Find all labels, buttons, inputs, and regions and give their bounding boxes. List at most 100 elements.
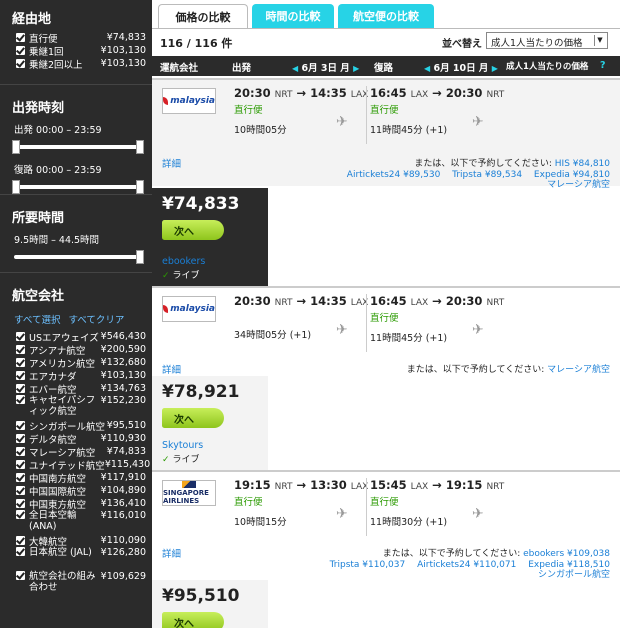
checkbox[interactable]	[16, 33, 25, 42]
checkbox[interactable]	[16, 447, 25, 456]
airline-price: ¥95,510	[106, 420, 146, 431]
go-button[interactable]: 次へ	[162, 408, 224, 428]
checkbox[interactable]	[16, 358, 25, 367]
stops-option-two-plus[interactable]: 乗継2回以上 ¥103,130	[0, 57, 152, 71]
clear-all-link[interactable]: すべてクリア	[68, 315, 124, 326]
checkbox[interactable]	[16, 371, 25, 380]
outbound-date-picker[interactable]: ◀ 6月 3日 月 ▶	[292, 60, 359, 74]
prev-date-icon[interactable]: ◀	[292, 64, 298, 73]
leg-divider	[366, 86, 367, 144]
next-date-icon[interactable]: ▶	[492, 64, 498, 73]
checkbox[interactable]	[16, 536, 25, 545]
slider-handle-max[interactable]	[136, 180, 144, 194]
tab-flight-compare[interactable]: 航空便の比較	[338, 4, 434, 28]
singapore-airlines-logo: SINGAPORE AIRLINES	[162, 480, 216, 506]
prev-date-icon[interactable]: ◀	[424, 64, 430, 73]
airline-direct-link[interactable]: マレーシア航空	[547, 177, 610, 190]
airline-price: ¥103,130	[100, 370, 146, 381]
checkbox[interactable]	[16, 46, 25, 55]
checkbox[interactable]	[16, 460, 25, 469]
airline-price: ¥136,410	[100, 498, 146, 509]
airline-option[interactable]: エアカナダ ¥103,130	[0, 369, 152, 383]
airline-option[interactable]: アシアナ航空 ¥200,590	[0, 343, 152, 357]
airline-price: ¥152,230	[100, 395, 146, 406]
duration-slider[interactable]	[14, 250, 144, 264]
slider-handle-min[interactable]	[12, 140, 20, 154]
slider-handle-max[interactable]	[136, 250, 144, 264]
checkbox[interactable]	[16, 473, 25, 482]
checkbox[interactable]	[16, 345, 25, 354]
airline-option[interactable]: 中国東方航空 ¥136,410	[0, 497, 152, 511]
filter-sidebar: 経由地 直行便 ¥74,833 乗継1回 ¥103,130 乗継2回以上 ¥103,1…	[0, 0, 152, 628]
plane-icon: ✈	[336, 114, 348, 130]
airline-option[interactable]: 日本航空 (JAL) ¥126,280	[0, 547, 152, 571]
airline-option[interactable]: USエアウェイズ ¥546,430	[0, 330, 152, 344]
results-count: 116 / 116 件	[160, 37, 233, 50]
outbound-time-slider[interactable]	[12, 140, 144, 154]
checkbox[interactable]	[16, 510, 25, 519]
result-card: malaysia 20:30 NRT → 14:35 LAX 直行便 10時間0…	[152, 78, 620, 286]
slider-handle-min[interactable]	[12, 180, 20, 194]
help-icon[interactable]: ?	[600, 60, 606, 71]
tab-time-compare[interactable]: 時間の比較	[252, 4, 334, 28]
airline-option[interactable]: 全日本空輸 (ANA) ¥116,010	[0, 510, 152, 534]
agent-link[interactable]: ebookers	[162, 256, 205, 267]
airline-option[interactable]: 航空会社の組み合わせ ¥109,629	[0, 571, 152, 595]
airline-name: エアカナダ	[29, 371, 77, 383]
sort-select[interactable]: 成人1人当たりの価格 ▼	[486, 32, 608, 49]
checkbox[interactable]	[16, 395, 25, 404]
airline-price: ¥110,090	[100, 535, 146, 546]
go-button[interactable]: 次へ	[162, 220, 224, 240]
return-time-slider[interactable]	[12, 180, 144, 194]
airline-name: 中国国際航空	[29, 486, 87, 498]
price: ¥78,921	[162, 382, 240, 402]
select-all-link[interactable]: すべて選択	[14, 315, 60, 326]
airline-option[interactable]: 中国南方航空 ¥117,910	[0, 471, 152, 485]
stops-option-direct[interactable]: 直行便 ¥74,833	[0, 31, 152, 45]
other-agents-title: または、以下で予約してください: マレーシア航空	[406, 365, 610, 375]
next-date-icon[interactable]: ▶	[353, 64, 359, 73]
airline-price: ¥200,590	[100, 344, 146, 355]
checkbox[interactable]	[16, 499, 25, 508]
return-date-picker[interactable]: ◀ 6月 10日 月 ▶	[424, 60, 498, 74]
airline-name: 航空会社の組み合わせ	[29, 571, 96, 593]
checkbox[interactable]	[16, 486, 25, 495]
tab-price-compare[interactable]: 価格の比較	[158, 4, 248, 28]
airline-option[interactable]: 大韓航空 ¥110,090	[0, 534, 152, 548]
checkbox[interactable]	[16, 421, 25, 430]
departure-time-filter: 出発時刻 出発 00:00 – 23:59 復路 00:00 – 23:59	[0, 85, 152, 195]
details-link[interactable]: 詳細	[162, 156, 181, 170]
sort-label: 並べ替え	[442, 39, 482, 50]
airline-price: ¥115,430	[104, 459, 151, 470]
airline-option[interactable]: ユナイテッド航空 ¥115,430	[0, 458, 152, 472]
live-badge: ✓ ライブ	[162, 455, 200, 465]
airline-price: ¥126,280	[100, 547, 146, 558]
agent-link[interactable]: Skytours	[162, 440, 203, 451]
checkbox[interactable]	[16, 547, 25, 556]
result-card: SINGAPORE AIRLINES 19:15 NRT → 13:30 LAX…	[152, 470, 620, 628]
go-button[interactable]: 次へ	[162, 612, 224, 628]
airline-option[interactable]: デルタ航空 ¥110,930	[0, 432, 152, 446]
airline-option[interactable]: エバー航空 ¥134,763	[0, 382, 152, 396]
airline-name: アシアナ航空	[29, 345, 86, 357]
airline-direct-link[interactable]: シンガポール航空	[538, 567, 610, 580]
checkbox[interactable]	[16, 59, 25, 68]
airline-option[interactable]: 中国国際航空 ¥104,890	[0, 484, 152, 498]
checkbox[interactable]	[16, 384, 25, 393]
airline-select-links: すべて選択 すべてクリア	[0, 308, 152, 330]
leg-divider	[366, 294, 367, 352]
airline-option[interactable]: マレーシア航空 ¥74,833	[0, 445, 152, 459]
checkbox[interactable]	[16, 434, 25, 443]
airline-option[interactable]: キャセイパシフィック航空 ¥152,230	[0, 395, 152, 419]
details-link[interactable]: 詳細	[162, 362, 181, 376]
checkbox[interactable]	[16, 571, 25, 580]
slider-handle-max[interactable]	[136, 140, 144, 154]
price: ¥74,833	[162, 194, 240, 214]
live-badge: ✓ ライブ	[162, 271, 200, 281]
airline-price: ¥116,010	[100, 510, 146, 521]
airline-option[interactable]: シンガポール航空 ¥95,510	[0, 419, 152, 433]
checkbox[interactable]	[16, 332, 25, 341]
airline-option[interactable]: アメリカン航空 ¥132,680	[0, 356, 152, 370]
stops-option-one[interactable]: 乗継1回 ¥103,130	[0, 44, 152, 58]
details-link[interactable]: 詳細	[162, 546, 181, 560]
